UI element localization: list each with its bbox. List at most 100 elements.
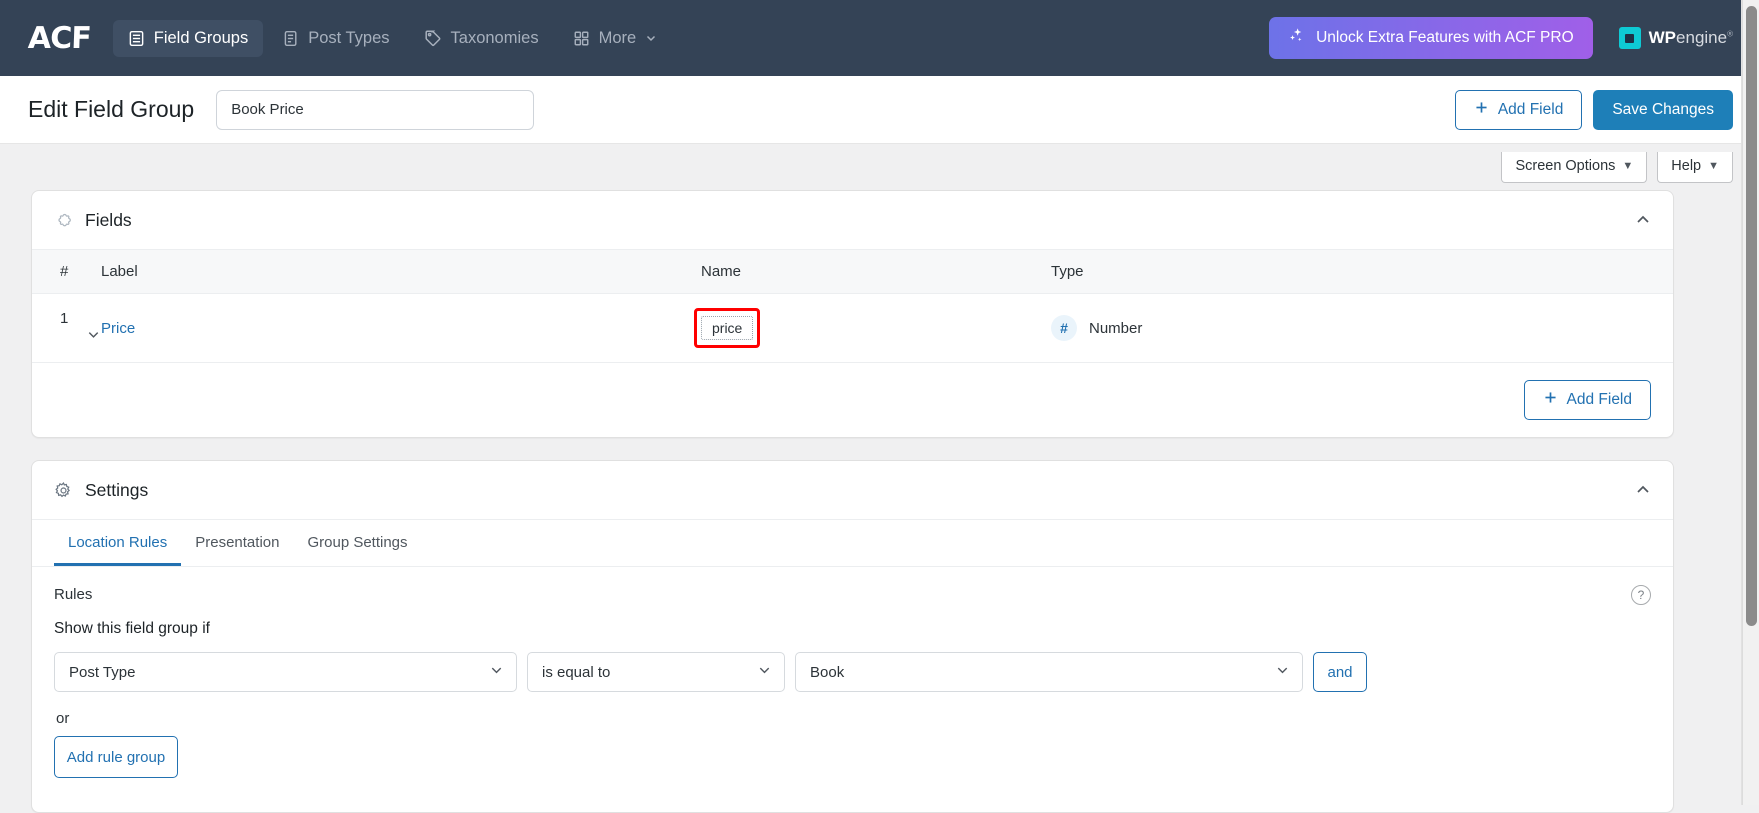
fields-panel-header: Fields — [32, 191, 1673, 250]
wpengine-bold: WP — [1649, 28, 1676, 47]
tab-group-settings[interactable]: Group Settings — [293, 520, 421, 566]
help-label: Help — [1671, 158, 1701, 174]
screen-options-button[interactable]: Screen Options ▼ — [1501, 152, 1647, 183]
add-field-label-bottom: Add Field — [1567, 391, 1632, 409]
row-type-cell: # Number — [1051, 294, 1673, 363]
location-rule-row: Post Type is equal to — [54, 652, 1651, 692]
field-type: # Number — [1051, 315, 1673, 341]
tab-location-rules[interactable]: Location Rules — [54, 520, 181, 566]
screen-options-label: Screen Options — [1515, 158, 1615, 174]
add-field-label-top: Add Field — [1498, 101, 1563, 119]
fields-panel-collapse-toggle[interactable] — [1635, 212, 1651, 228]
rule-operator-select[interactable]: is equal to — [527, 652, 785, 692]
taxonomies-icon — [424, 29, 442, 47]
chevron-down-icon — [1275, 663, 1290, 682]
screen-meta-links: Screen Options ▼ Help ▼ — [0, 144, 1759, 190]
rules-lead-text: Show this field group if — [54, 620, 1651, 638]
column-header-type: Type — [1051, 250, 1673, 294]
rule-param-select[interactable]: Post Type — [54, 652, 517, 692]
field-groups-icon — [128, 30, 145, 47]
acf-main-nav: Field Groups Post Types Taxonomies — [113, 20, 672, 57]
question-mark-icon[interactable]: ? — [1631, 585, 1651, 605]
field-label-link[interactable]: Price — [101, 320, 135, 337]
row-name-cell: price — [701, 294, 1051, 363]
fields-panel-title: Fields — [85, 210, 132, 231]
unlock-acf-pro-label: Unlock Extra Features with ACF PRO — [1316, 29, 1574, 47]
location-rules-body: ? Rules Show this field group if Post Ty… — [32, 567, 1673, 812]
scrollbar-thumb[interactable] — [1746, 6, 1757, 626]
chevron-down-icon — [645, 32, 657, 44]
grid-icon — [573, 30, 590, 47]
header-right-cluster: Unlock Extra Features with ACF PRO WPeng… — [1269, 17, 1733, 59]
chevron-down-icon — [489, 663, 504, 682]
rule-value-select[interactable]: Book — [795, 652, 1303, 692]
sparkle-icon — [1288, 27, 1305, 49]
field-type-label: Number — [1089, 320, 1142, 337]
gear-icon — [54, 481, 73, 500]
edit-field-group-toolbar: Edit Field Group Add Field Save Changes — [0, 76, 1759, 144]
unlock-acf-pro-button[interactable]: Unlock Extra Features with ACF PRO — [1269, 17, 1593, 59]
settings-panel-title: Settings — [85, 480, 148, 501]
plus-icon — [1474, 100, 1489, 120]
field-name-annotated: price — [701, 316, 753, 340]
settings-panel-collapse-toggle[interactable] — [1635, 482, 1651, 498]
or-label: or — [56, 710, 1651, 727]
settings-panel: Settings Location Rules Presentation Gro… — [31, 460, 1674, 813]
wpengine-light: engine — [1676, 28, 1727, 47]
fields-panel-footer: Add Field — [32, 363, 1673, 437]
row-number: 1 — [60, 310, 68, 327]
column-header-label: Label — [101, 250, 701, 294]
add-field-button-top[interactable]: Add Field — [1455, 90, 1582, 130]
save-changes-button[interactable]: Save Changes — [1593, 90, 1733, 130]
fields-panel: Fields # Label Name Type 1 — [31, 190, 1674, 438]
tab-presentation[interactable]: Presentation — [181, 520, 293, 566]
page-title: Edit Field Group — [28, 96, 194, 123]
table-row[interactable]: 1 Price price — [32, 294, 1673, 363]
fields-table-header-row: # Label Name Type — [32, 250, 1673, 294]
main-content: Fields # Label Name Type 1 — [0, 190, 1700, 813]
column-header-num: # — [32, 250, 101, 294]
wpengine-sup: ® — [1727, 29, 1733, 38]
rule-value-value: Book — [810, 664, 844, 681]
number-type-icon: # — [1051, 315, 1077, 341]
plus-icon — [1543, 390, 1558, 410]
wpengine-wordmark: WPengine® — [1649, 28, 1733, 48]
nav-item-more[interactable]: More — [558, 20, 673, 57]
add-rule-group-button[interactable]: Add rule group — [54, 736, 178, 778]
nav-label-more: More — [599, 29, 637, 48]
settings-tabs: Location Rules Presentation Group Settin… — [32, 520, 1673, 567]
save-changes-label: Save Changes — [1612, 101, 1714, 119]
field-group-title-input[interactable] — [216, 90, 534, 130]
rule-param-value: Post Type — [69, 664, 135, 681]
caret-down-icon: ▼ — [1622, 160, 1633, 172]
post-types-icon — [282, 30, 299, 47]
caret-down-icon: ▼ — [1708, 160, 1719, 172]
add-field-button-bottom[interactable]: Add Field — [1524, 380, 1651, 420]
acf-logo: ACF — [27, 21, 91, 56]
settings-panel-header: Settings — [32, 461, 1673, 520]
toolbar-actions: Add Field Save Changes — [1455, 90, 1733, 130]
row-number-cell: 1 — [32, 294, 101, 363]
help-button[interactable]: Help ▼ — [1657, 152, 1733, 183]
chevron-down-icon[interactable] — [86, 327, 101, 346]
column-header-name: Name — [701, 250, 1051, 294]
add-and-rule-button[interactable]: and — [1313, 652, 1367, 692]
vertical-scrollbar[interactable] — [1742, 0, 1759, 805]
rules-section-label: Rules — [54, 586, 1651, 603]
row-label-cell: Price — [101, 294, 701, 363]
nav-item-post-types[interactable]: Post Types — [267, 20, 404, 57]
puzzle-piece-icon — [54, 211, 73, 230]
nav-label-post-types: Post Types — [308, 29, 389, 48]
nav-item-taxonomies[interactable]: Taxonomies — [409, 20, 554, 57]
acf-admin-bar: ACF Field Groups — [0, 0, 1759, 76]
fields-table: # Label Name Type 1 — [32, 250, 1673, 363]
nav-label-field-groups: Field Groups — [154, 29, 248, 48]
nav-item-field-groups[interactable]: Field Groups — [113, 20, 263, 57]
wpengine-mark-icon — [1619, 27, 1641, 49]
field-name-value[interactable]: price — [701, 316, 753, 340]
fields-table-head: # Label Name Type — [32, 250, 1673, 294]
rule-operator-value: is equal to — [542, 664, 610, 681]
nav-label-taxonomies: Taxonomies — [451, 29, 539, 48]
chevron-down-icon — [757, 663, 772, 682]
fields-table-body: 1 Price price — [32, 294, 1673, 363]
